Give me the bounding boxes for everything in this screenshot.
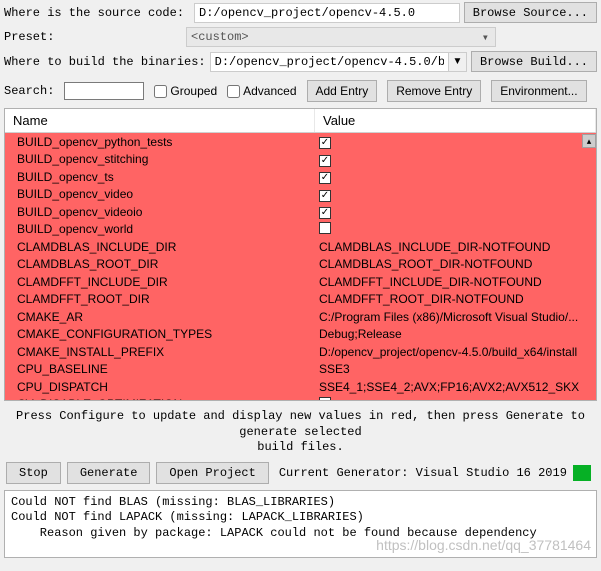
- preset-value: <custom>: [191, 30, 249, 44]
- cell-name: CV_DISABLE_OPTIMIZATION: [5, 397, 315, 400]
- cell-name: BUILD_opencv_stitching: [5, 152, 315, 166]
- table-row[interactable]: BUILD_opencv_python_tests ✓: [5, 133, 596, 151]
- build-path-combo[interactable]: ▼: [210, 52, 467, 72]
- environment-button[interactable]: Environment...: [491, 80, 586, 102]
- table-row[interactable]: CLAMDBLAS_INCLUDE_DIRCLAMDBLAS_INCLUDE_D…: [5, 238, 596, 256]
- open-project-button[interactable]: Open Project: [156, 462, 268, 484]
- cell-value[interactable]: ✓: [315, 187, 596, 202]
- checkbox-icon[interactable]: [319, 222, 331, 234]
- cell-value[interactable]: SSE3: [315, 362, 596, 376]
- checkbox-icon[interactable]: [319, 397, 331, 400]
- table-row[interactable]: BUILD_opencv_world: [5, 221, 596, 239]
- remove-entry-button[interactable]: Remove Entry: [387, 80, 481, 102]
- cell-name: CMAKE_CONFIGURATION_TYPES: [5, 327, 315, 341]
- table-body[interactable]: BUILD_opencv_python_tests✓BUILD_opencv_s…: [5, 133, 596, 400]
- table-header: Name Value: [5, 109, 596, 133]
- cell-name: BUILD_opencv_ts: [5, 170, 315, 184]
- progress-indicator: [573, 465, 591, 481]
- current-generator-label: Current Generator: Visual Studio 16 2019: [279, 466, 567, 480]
- search-label: Search:: [4, 84, 54, 98]
- search-input[interactable]: [64, 82, 144, 100]
- grouped-checkbox-label: Grouped: [170, 84, 217, 98]
- cell-name: CMAKE_AR: [5, 310, 315, 324]
- cell-value[interactable]: ✓: [315, 152, 596, 167]
- browse-source-button[interactable]: Browse Source...: [464, 2, 597, 23]
- cell-value[interactable]: CLAMDFFT_INCLUDE_DIR-NOTFOUND: [315, 275, 596, 289]
- cell-name: BUILD_opencv_world: [5, 222, 315, 236]
- table-row[interactable]: CV_DISABLE_OPTIMIZATION: [5, 396, 596, 401]
- cell-value[interactable]: [315, 397, 596, 400]
- cache-table: Name Value BUILD_opencv_python_tests✓BUI…: [4, 108, 597, 401]
- cell-value[interactable]: ✓: [315, 134, 596, 149]
- advanced-checkbox[interactable]: Advanced: [227, 84, 296, 98]
- scroll-up-icon[interactable]: ▴: [582, 134, 596, 148]
- table-row[interactable]: CMAKE_ARC:/Program Files (x86)/Microsoft…: [5, 308, 596, 326]
- checkbox-icon[interactable]: ✓: [319, 137, 331, 149]
- source-path-input[interactable]: [194, 3, 460, 23]
- source-label: Where is the source code:: [4, 6, 184, 20]
- cell-value[interactable]: SSE4_1;SSE4_2;AVX;FP16;AVX2;AVX512_SKX: [315, 380, 596, 394]
- stop-button[interactable]: Stop: [6, 462, 61, 484]
- table-row[interactable]: BUILD_opencv_ts ✓: [5, 168, 596, 186]
- table-row[interactable]: BUILD_opencv_videoio ✓: [5, 203, 596, 221]
- cell-value[interactable]: [315, 222, 596, 237]
- cell-value[interactable]: CLAMDBLAS_INCLUDE_DIR-NOTFOUND: [315, 240, 596, 254]
- output-log[interactable]: Could NOT find BLAS (missing: BLAS_LIBRA…: [4, 490, 597, 558]
- table-row[interactable]: CPU_DISPATCHSSE4_1;SSE4_2;AVX;FP16;AVX2;…: [5, 378, 596, 396]
- column-header-value[interactable]: Value: [315, 109, 596, 132]
- cell-value[interactable]: ✓: [315, 169, 596, 184]
- table-row[interactable]: CMAKE_CONFIGURATION_TYPESDebug;Release: [5, 326, 596, 344]
- cell-name: CLAMDFFT_ROOT_DIR: [5, 292, 315, 306]
- table-row[interactable]: CLAMDFFT_ROOT_DIRCLAMDFFT_ROOT_DIR-NOTFO…: [5, 291, 596, 309]
- chevron-down-icon[interactable]: ▼: [448, 53, 466, 71]
- table-row[interactable]: BUILD_opencv_stitching ✓: [5, 151, 596, 169]
- preset-select[interactable]: <custom>: [186, 27, 496, 47]
- cell-name: BUILD_opencv_python_tests: [5, 135, 315, 149]
- cell-name: CLAMDFFT_INCLUDE_DIR: [5, 275, 315, 289]
- advanced-checkbox-label: Advanced: [243, 84, 296, 98]
- advanced-checkbox-box[interactable]: [227, 85, 240, 98]
- cell-name: BUILD_opencv_videoio: [5, 205, 315, 219]
- checkbox-icon[interactable]: ✓: [319, 190, 331, 202]
- grouped-checkbox-box[interactable]: [154, 85, 167, 98]
- cell-name: CLAMDBLAS_INCLUDE_DIR: [5, 240, 315, 254]
- build-label: Where to build the binaries:: [4, 55, 206, 69]
- cell-name: CLAMDBLAS_ROOT_DIR: [5, 257, 315, 271]
- cell-value[interactable]: Debug;Release: [315, 327, 596, 341]
- build-path-input[interactable]: [211, 53, 448, 71]
- preset-label: Preset:: [4, 30, 182, 44]
- cell-value[interactable]: CLAMDBLAS_ROOT_DIR-NOTFOUND: [315, 257, 596, 271]
- cell-value[interactable]: CLAMDFFT_ROOT_DIR-NOTFOUND: [315, 292, 596, 306]
- checkbox-icon[interactable]: ✓: [319, 207, 331, 219]
- column-header-name[interactable]: Name: [5, 109, 315, 132]
- cell-value[interactable]: D:/opencv_project/opencv-4.5.0/build_x64…: [315, 345, 596, 359]
- configure-hint: Press Configure to update and display ne…: [0, 405, 601, 460]
- generate-button[interactable]: Generate: [67, 462, 151, 484]
- cell-value[interactable]: C:/Program Files (x86)/Microsoft Visual …: [315, 310, 596, 324]
- table-row[interactable]: CPU_BASELINESSE3: [5, 361, 596, 379]
- table-row[interactable]: CMAKE_INSTALL_PREFIXD:/opencv_project/op…: [5, 343, 596, 361]
- cell-name: BUILD_opencv_video: [5, 187, 315, 201]
- cell-name: CPU_DISPATCH: [5, 380, 315, 394]
- cell-name: CMAKE_INSTALL_PREFIX: [5, 345, 315, 359]
- table-row[interactable]: CLAMDBLAS_ROOT_DIRCLAMDBLAS_ROOT_DIR-NOT…: [5, 256, 596, 274]
- cell-name: CPU_BASELINE: [5, 362, 315, 376]
- browse-build-button[interactable]: Browse Build...: [471, 51, 597, 72]
- checkbox-icon[interactable]: ✓: [319, 172, 331, 184]
- grouped-checkbox[interactable]: Grouped: [154, 84, 217, 98]
- table-row[interactable]: CLAMDFFT_INCLUDE_DIRCLAMDFFT_INCLUDE_DIR…: [5, 273, 596, 291]
- table-row[interactable]: BUILD_opencv_video ✓: [5, 186, 596, 204]
- cell-value[interactable]: ✓: [315, 204, 596, 219]
- add-entry-button[interactable]: Add Entry: [307, 80, 378, 102]
- checkbox-icon[interactable]: ✓: [319, 155, 331, 167]
